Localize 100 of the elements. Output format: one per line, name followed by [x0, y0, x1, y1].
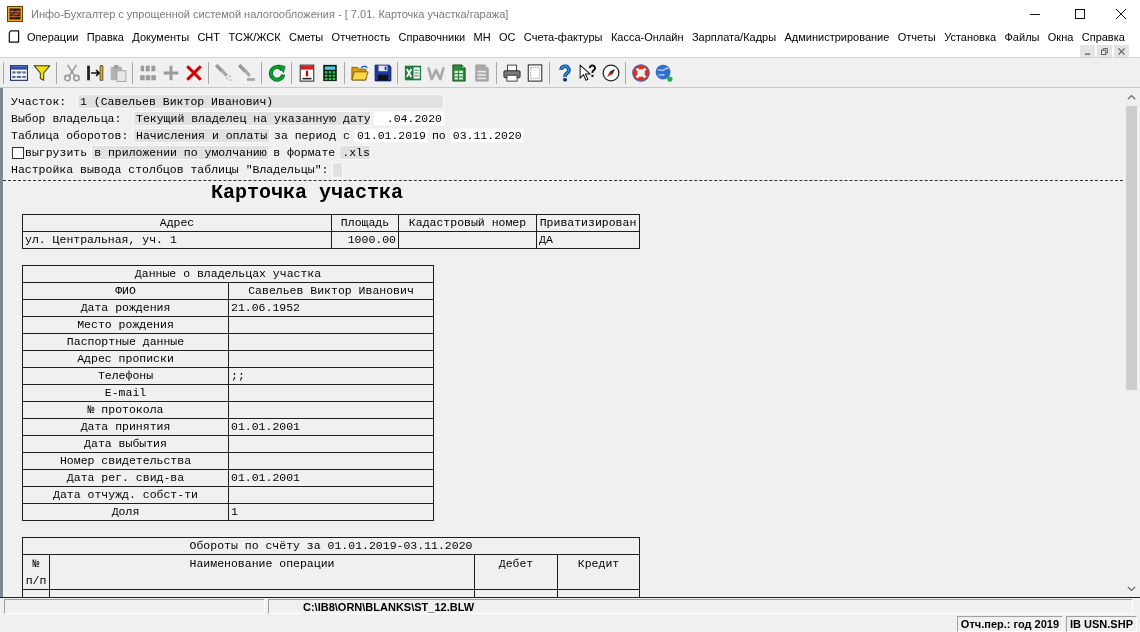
table-cell: Дата рождения	[22, 299, 229, 317]
calculator-icon[interactable]	[320, 63, 339, 82]
globe-icon[interactable]	[654, 63, 673, 82]
close-button[interactable]	[1114, 45, 1129, 57]
lifebuoy-icon[interactable]	[631, 63, 650, 82]
menu-item[interactable]: МН	[472, 28, 492, 45]
export-target-field[interactable]: в приложении по умолчанию	[91, 145, 270, 160]
close-icon[interactable]	[1116, 8, 1126, 19]
menu-item[interactable]: Зарплата/Кадры	[690, 28, 778, 45]
spreadsheet-icon[interactable]	[403, 63, 422, 82]
open-folder-icon[interactable]	[350, 63, 369, 82]
menu-item[interactable]: Справка	[1080, 28, 1126, 45]
compass-icon[interactable]	[601, 63, 620, 82]
scrollbar-thumb[interactable]	[1126, 106, 1137, 390]
columns-setup-field[interactable]	[332, 161, 344, 178]
menu-item[interactable]: Правка	[85, 28, 125, 45]
field-label: Таблица оборотов:	[11, 129, 129, 142]
turnover-mode-field[interactable]: Начисления и оплаты	[133, 128, 270, 143]
field-label: Участок:	[11, 95, 68, 108]
menu-item[interactable]: Справочники	[397, 28, 467, 45]
table-cell: Адрес прописки	[22, 350, 229, 368]
menu-item[interactable]: Установка	[943, 28, 998, 45]
table-cell: ;;	[228, 367, 434, 385]
table-cell: № протокола	[22, 401, 229, 419]
field-label: Выбор владельца:	[11, 112, 123, 125]
file-path: C:\IB8\ORN\BLANKS\ST_12.BLW	[268, 599, 1133, 614]
column-header: Адрес	[22, 214, 332, 232]
table-cell: Дата отчужд. собст-ти	[22, 486, 229, 504]
menu-item[interactable]: Файлы	[1003, 28, 1041, 45]
plot-field[interactable]: 1 (Савельев Виктор Иванович)	[77, 94, 444, 109]
minimize-button[interactable]	[1080, 45, 1095, 57]
menu-item[interactable]: СНТ	[196, 28, 222, 45]
column-header: Кредит	[557, 554, 640, 590]
table-cell: Паспортные данные	[22, 333, 229, 351]
calendar-icon[interactable]	[297, 63, 316, 82]
menu-item[interactable]: Окна	[1046, 28, 1075, 45]
abacus-icon	[7, 5, 23, 22]
window-title: Инфо-Бухгалтер с упрощенной системой налогообложения - [ 7.01. Карточка участка/гаража]	[31, 7, 510, 20]
table-cell: 01.01.2001	[228, 469, 434, 487]
arrow-between-bars-icon[interactable]	[85, 63, 104, 82]
chevron-down-icon[interactable]	[1127, 585, 1136, 592]
date-field[interactable]: .04.2020	[373, 111, 445, 126]
menu-item[interactable]: Отчетность	[330, 28, 392, 45]
date-field[interactable]: 01.01.2019	[353, 128, 428, 143]
column-header: № п/п	[22, 554, 50, 590]
column-header: Площадь	[331, 214, 399, 232]
printer-icon[interactable]	[502, 63, 521, 82]
table-cell: Дата принятия	[22, 418, 229, 436]
table-cell: Телефоны	[22, 367, 229, 385]
menu-item[interactable]: Сметы	[288, 28, 325, 45]
checkbox-label: выгрузить	[25, 146, 88, 159]
column-header: ФИО	[22, 282, 229, 300]
table-icon[interactable]	[9, 63, 28, 82]
field-label: в формате	[273, 146, 336, 159]
menu-item[interactable]: Операции	[26, 28, 80, 45]
menu-item[interactable]: ТСЖ/ЖСК	[227, 28, 282, 45]
maximize-icon[interactable]	[1074, 8, 1085, 19]
chevron-up-icon[interactable]	[1127, 93, 1136, 100]
table-cell: ул. Центральная, уч. 1	[22, 231, 332, 249]
cross-icon[interactable]	[184, 63, 203, 82]
table-cell: Дата рег. свид-ва	[22, 469, 229, 487]
column-header: Кадастровый номер	[398, 214, 537, 232]
column-header: Дебет	[474, 554, 558, 590]
column-header: Приватизирован	[536, 214, 640, 232]
close-icon	[1118, 47, 1125, 55]
restore-button[interactable]	[1097, 45, 1112, 57]
restore-icon	[1101, 47, 1108, 55]
format-field[interactable]: .xls	[339, 145, 372, 160]
table-cell: Место рождения	[22, 316, 229, 334]
table-cell: Доля	[22, 503, 229, 521]
field-label: по	[431, 129, 446, 142]
table-cell: 1000.00	[331, 231, 399, 249]
menu-item[interactable]: Документы	[131, 28, 191, 45]
table-cell: E-mail	[22, 384, 229, 402]
table-cell: ДА	[536, 231, 640, 249]
field-label: Настройка вывода столбцов таблицы "Владельцы":	[11, 163, 329, 176]
spreadsheet-document-icon[interactable]	[449, 63, 468, 82]
date-field[interactable]: 03.11.2020	[449, 128, 524, 143]
owner-mode-field[interactable]: Текущий владелец на указанную дату	[133, 111, 371, 126]
status-panel: IB USN.SHP	[1066, 616, 1137, 632]
table-cell: Дата выбытия	[22, 435, 229, 453]
document-icon[interactable]	[7, 30, 20, 43]
refresh-icon[interactable]	[267, 63, 286, 82]
menu-item[interactable]: Отчеты	[896, 28, 937, 45]
filter-icon[interactable]	[32, 63, 51, 82]
menu-item[interactable]: Счета-фактуры	[522, 28, 604, 45]
menu-item[interactable]: ОС	[498, 28, 517, 45]
menu-item[interactable]: Касса-Онлайн	[609, 28, 685, 45]
table-cell: 01.01.2001	[228, 418, 434, 436]
field-label: за период с	[274, 129, 350, 142]
table-title: Обороты по счёту за 01.01.2019-03.11.2020	[22, 537, 640, 555]
report-title: Карточка участка	[210, 182, 404, 204]
table-cell: 21.06.1952	[228, 299, 434, 317]
pointer-question-icon[interactable]	[578, 63, 597, 82]
checkbox[interactable]	[12, 146, 24, 159]
menu-item[interactable]: Администрирование	[783, 28, 891, 45]
table-cell: 1	[228, 503, 434, 521]
page-icon[interactable]	[525, 63, 544, 82]
status-panel: Отч.пер.: год 2019	[956, 616, 1064, 632]
column-header: Савельев Виктор Иванович	[228, 282, 434, 300]
